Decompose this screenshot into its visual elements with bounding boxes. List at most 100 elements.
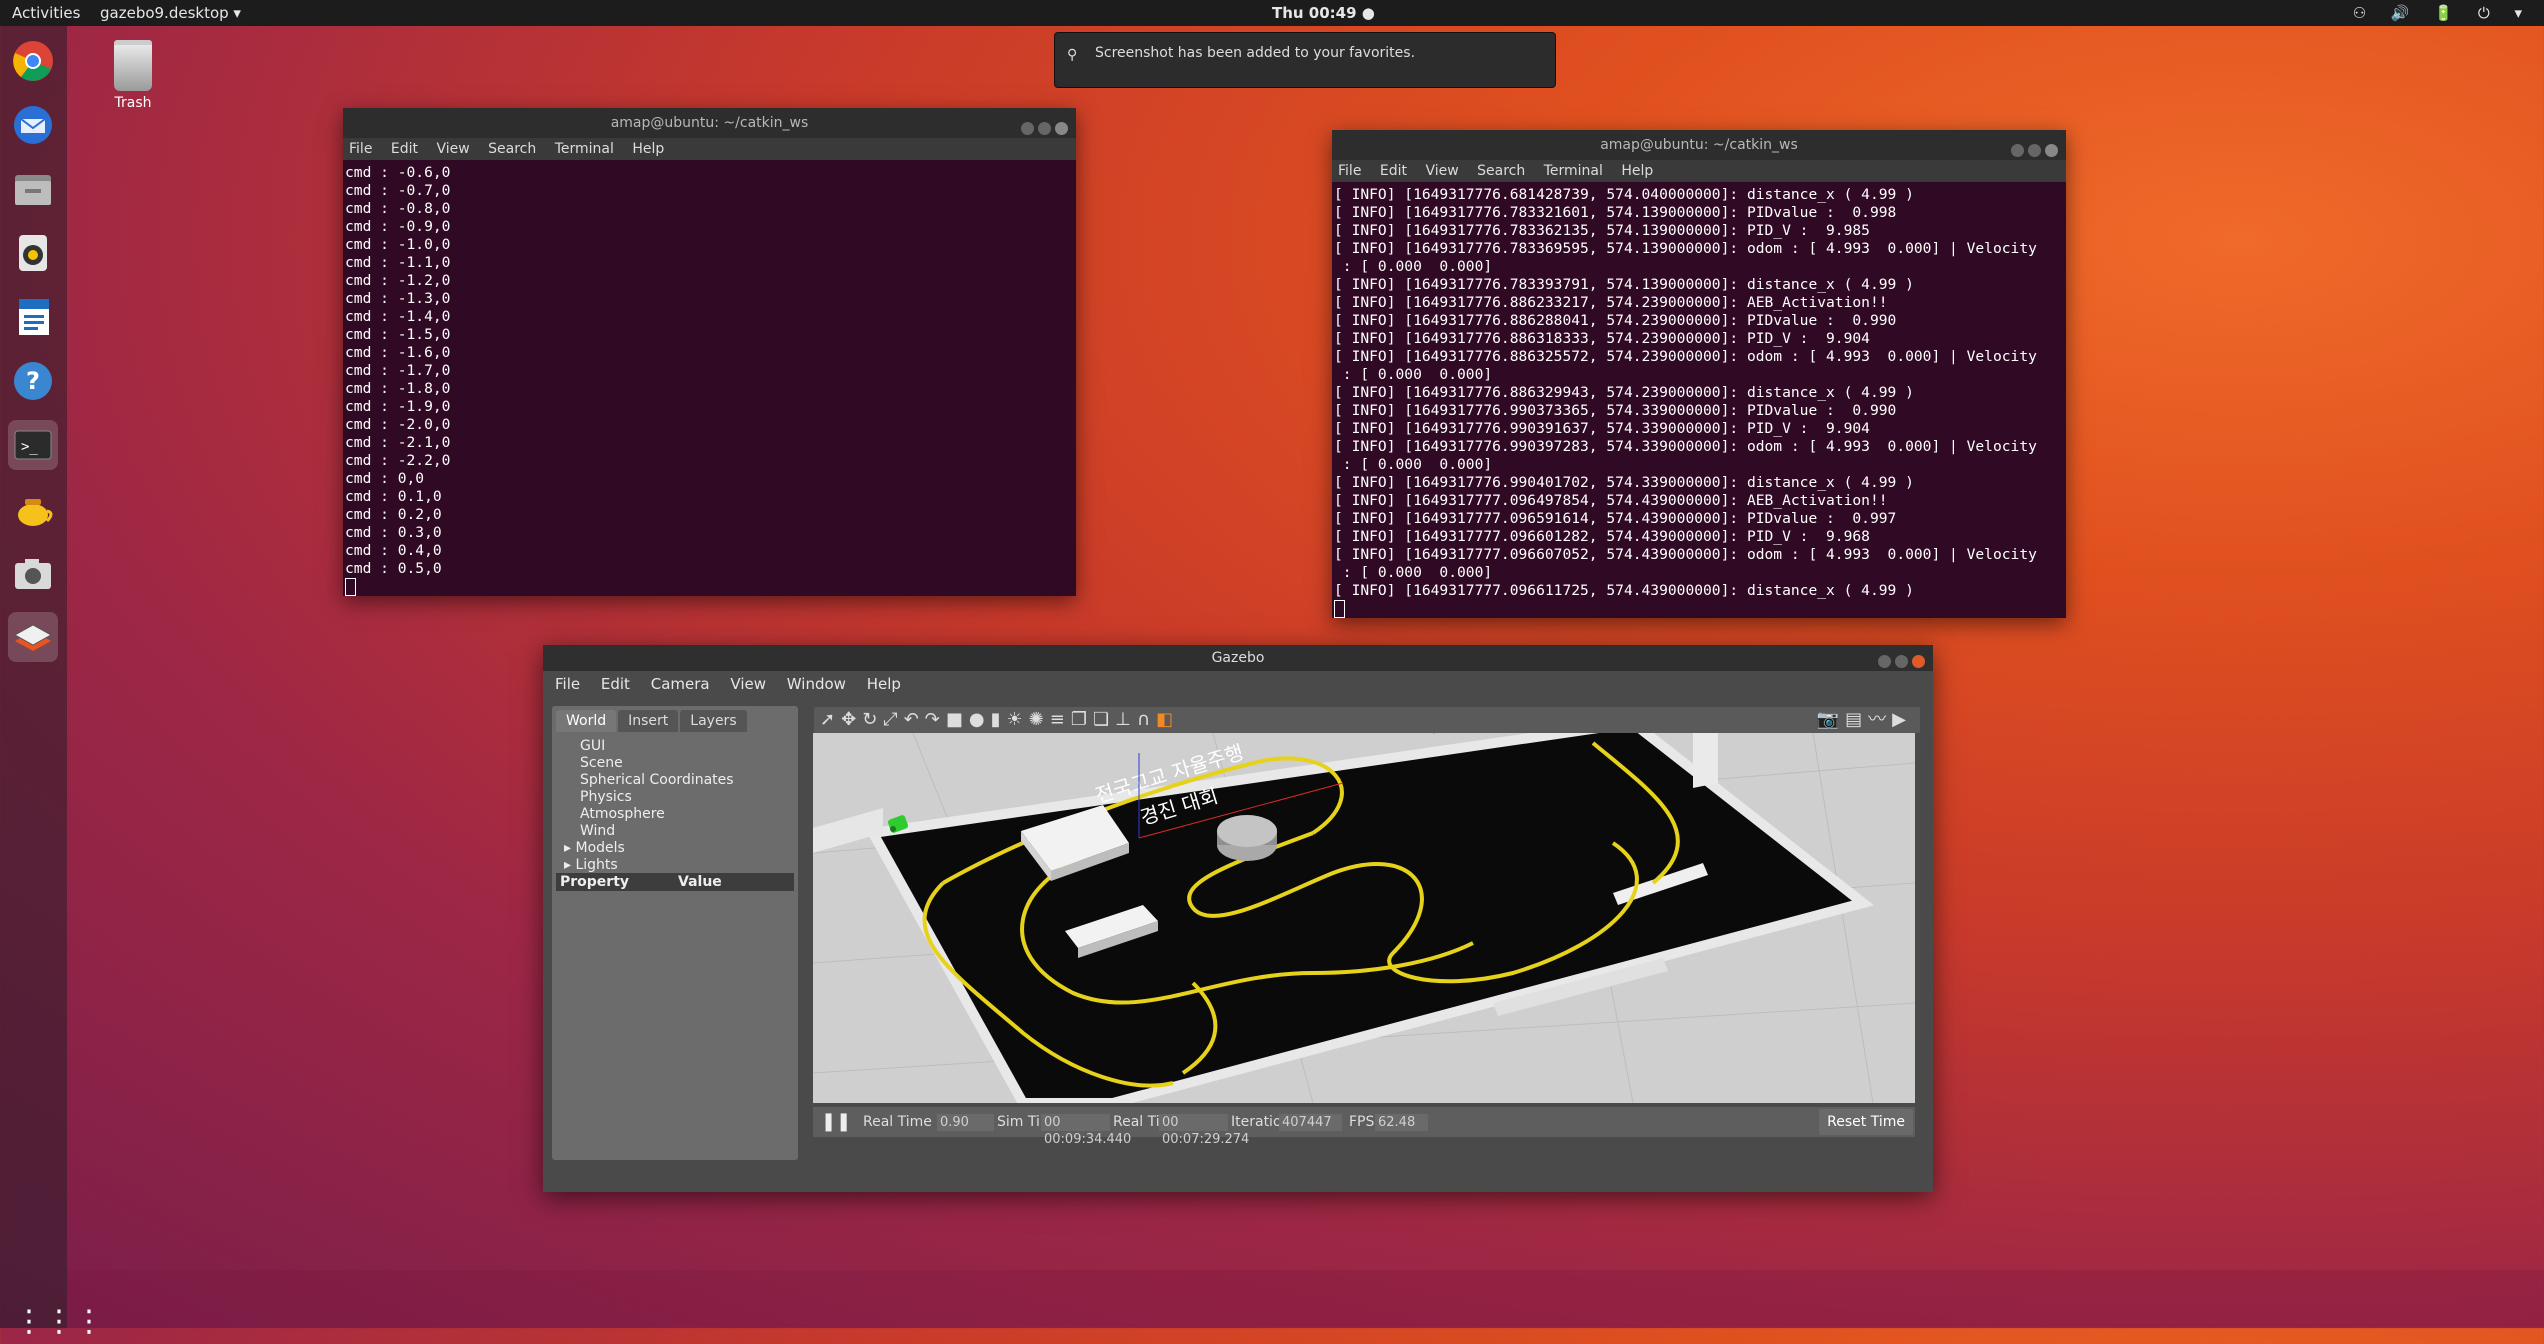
tab-layers[interactable]: Layers: [680, 710, 747, 732]
align-icon[interactable]: ⊥: [1115, 709, 1137, 730]
terminal-line: cmd : -2.1,0: [345, 434, 451, 451]
point-light-icon[interactable]: ☀: [1007, 709, 1029, 730]
spot-light-icon[interactable]: ✺: [1029, 709, 1050, 730]
chrome-icon[interactable]: [8, 36, 58, 86]
maximize-icon[interactable]: [1895, 655, 1908, 668]
clock[interactable]: Thu 00:49 ●: [1272, 4, 1375, 22]
tea-icon[interactable]: [8, 484, 58, 534]
3d-viewport[interactable]: 전국고교 자율주행 경진 대회: [813, 733, 1915, 1103]
minimize-icon[interactable]: [1878, 655, 1891, 668]
menu-edit[interactable]: Edit: [1380, 163, 1407, 179]
menu-help[interactable]: Help: [632, 141, 664, 157]
plot-icon[interactable]: 〰: [1868, 709, 1892, 730]
menu-help[interactable]: Help: [1621, 163, 1653, 179]
property-column-label: Property: [560, 874, 630, 890]
tree-item-atmosphere[interactable]: Atmosphere: [560, 806, 796, 823]
trash-desktop-icon[interactable]: Trash: [100, 40, 166, 111]
tree-item-spherical-coordinates[interactable]: Spherical Coordinates: [560, 772, 796, 789]
thunderbird-icon[interactable]: [8, 100, 58, 150]
screenshot-icon[interactable]: [8, 548, 58, 598]
log-icon[interactable]: ▤: [1845, 709, 1868, 730]
orange-shape-icon[interactable]: ◧: [1156, 709, 1179, 730]
close-icon[interactable]: [1912, 655, 1925, 668]
directional-light-icon[interactable]: ≡: [1050, 709, 1071, 730]
menu-file[interactable]: File: [1338, 163, 1361, 179]
copy-icon[interactable]: ❐: [1071, 709, 1093, 730]
terminal-output[interactable]: [ INFO] [1649317776.681428739, 574.04000…: [1332, 182, 2066, 618]
menu-view[interactable]: View: [730, 675, 766, 693]
tab-insert[interactable]: Insert: [618, 710, 679, 732]
tree-item-physics[interactable]: Physics: [560, 789, 796, 806]
writer-icon[interactable]: [8, 292, 58, 342]
terminal-line: [ INFO] [1649317776.886318333, 574.23900…: [1334, 330, 1870, 347]
help-icon[interactable]: ?: [8, 356, 58, 406]
gazebo-menubar: File Edit Camera View Window Help: [543, 671, 1933, 697]
terminal-line: cmd : -1.2,0: [345, 272, 451, 289]
sphere-icon[interactable]: ●: [969, 709, 991, 730]
system-menu[interactable]: ⚇ 🔊 🔋 ⏻ ▾: [2353, 4, 2532, 22]
terminal-titlebar[interactable]: amap@ubuntu: ~/catkin_ws: [1332, 130, 2066, 160]
terminal-window-2[interactable]: amap@ubuntu: ~/catkin_ws File Edit View …: [1332, 130, 2066, 618]
select-mode-icon[interactable]: ➚: [820, 709, 841, 730]
video-icon[interactable]: ▶: [1892, 709, 1912, 730]
menu-edit[interactable]: Edit: [391, 141, 418, 157]
menu-help[interactable]: Help: [867, 675, 901, 693]
tree-item-scene[interactable]: Scene: [560, 755, 796, 772]
terminal-output[interactable]: cmd : -0.6,0 cmd : -0.7,0 cmd : -0.8,0 cmd …: [343, 160, 1076, 596]
terminal-line: [ INFO] [1649317777.096611725, 574.43900…: [1334, 582, 1914, 599]
cylinder-icon[interactable]: ▮: [991, 709, 1007, 730]
scale-icon[interactable]: ⤢: [883, 709, 903, 730]
snap-icon[interactable]: ∩: [1137, 709, 1156, 730]
menu-file[interactable]: File: [349, 141, 372, 157]
terminal-icon[interactable]: >_: [8, 420, 58, 470]
menu-search[interactable]: Search: [1477, 163, 1525, 179]
expand-arrow-icon[interactable]: ▸: [564, 840, 575, 856]
tree-item-wind[interactable]: Wind: [560, 823, 796, 840]
menu-window[interactable]: Window: [787, 675, 846, 693]
close-icon[interactable]: [2045, 144, 2058, 157]
menu-view[interactable]: View: [1425, 163, 1458, 179]
close-icon[interactable]: [1055, 122, 1068, 135]
menu-camera[interactable]: Camera: [651, 675, 710, 693]
real-time-value: 00 00:07:29.274: [1159, 1114, 1249, 1147]
sim-time-value: 00 00:09:34.440: [1041, 1114, 1131, 1147]
menu-terminal[interactable]: Terminal: [555, 141, 614, 157]
translate-icon[interactable]: ✥: [841, 709, 862, 730]
files-icon[interactable]: [8, 164, 58, 214]
terminal-line: [ INFO] [1649317776.990397283, 574.33900…: [1334, 438, 2037, 455]
window-title: amap@ubuntu: ~/catkin_ws: [610, 115, 809, 131]
rhythmbox-icon[interactable]: [8, 228, 58, 278]
app-menu[interactable]: gazebo9.desktop ▾: [100, 4, 241, 22]
maximize-icon[interactable]: [1038, 122, 1051, 135]
box-icon[interactable]: ■: [946, 709, 969, 730]
tree-item-models[interactable]: ▸ Models: [560, 840, 796, 857]
tree-item-gui[interactable]: GUI: [560, 738, 796, 755]
gazebo-titlebar[interactable]: Gazebo: [543, 645, 1933, 671]
terminal-window-1[interactable]: amap@ubuntu: ~/catkin_ws File Edit View …: [343, 108, 1076, 596]
menu-search[interactable]: Search: [488, 141, 536, 157]
gazebo-window[interactable]: Gazebo File Edit Camera View Window Help…: [543, 645, 1933, 1192]
undo-icon[interactable]: ↶: [904, 709, 925, 730]
menu-file[interactable]: File: [555, 675, 580, 693]
minimize-icon[interactable]: [2011, 144, 2024, 157]
activities-button[interactable]: Activities: [12, 4, 80, 22]
menu-view[interactable]: View: [436, 141, 469, 157]
menu-terminal[interactable]: Terminal: [1544, 163, 1603, 179]
tab-world[interactable]: World: [556, 710, 617, 732]
redo-icon[interactable]: ↷: [925, 709, 946, 730]
ubuntu-software-icon[interactable]: [8, 612, 58, 662]
reset-time-button[interactable]: Reset Time: [1819, 1109, 1913, 1135]
rotate-icon[interactable]: ↻: [862, 709, 883, 730]
screenshot-icon[interactable]: 📷: [1817, 709, 1845, 730]
pause-icon[interactable]: ❚❚: [821, 1107, 851, 1137]
tree-item-label: Models: [575, 840, 625, 856]
minimize-icon[interactable]: [1021, 122, 1034, 135]
menu-edit[interactable]: Edit: [601, 675, 630, 693]
notification-banner[interactable]: ⚲ Screenshot has been added to your favo…: [1054, 32, 1556, 88]
show-applications-icon[interactable]: ⋮⋮⋮: [14, 1304, 104, 1344]
paste-icon[interactable]: ❏: [1093, 709, 1115, 730]
terminal-titlebar[interactable]: amap@ubuntu: ~/catkin_ws: [343, 108, 1076, 138]
tree-item-lights[interactable]: ▸ Lights: [560, 857, 796, 874]
maximize-icon[interactable]: [2028, 144, 2041, 157]
expand-arrow-icon[interactable]: ▸: [564, 857, 575, 873]
